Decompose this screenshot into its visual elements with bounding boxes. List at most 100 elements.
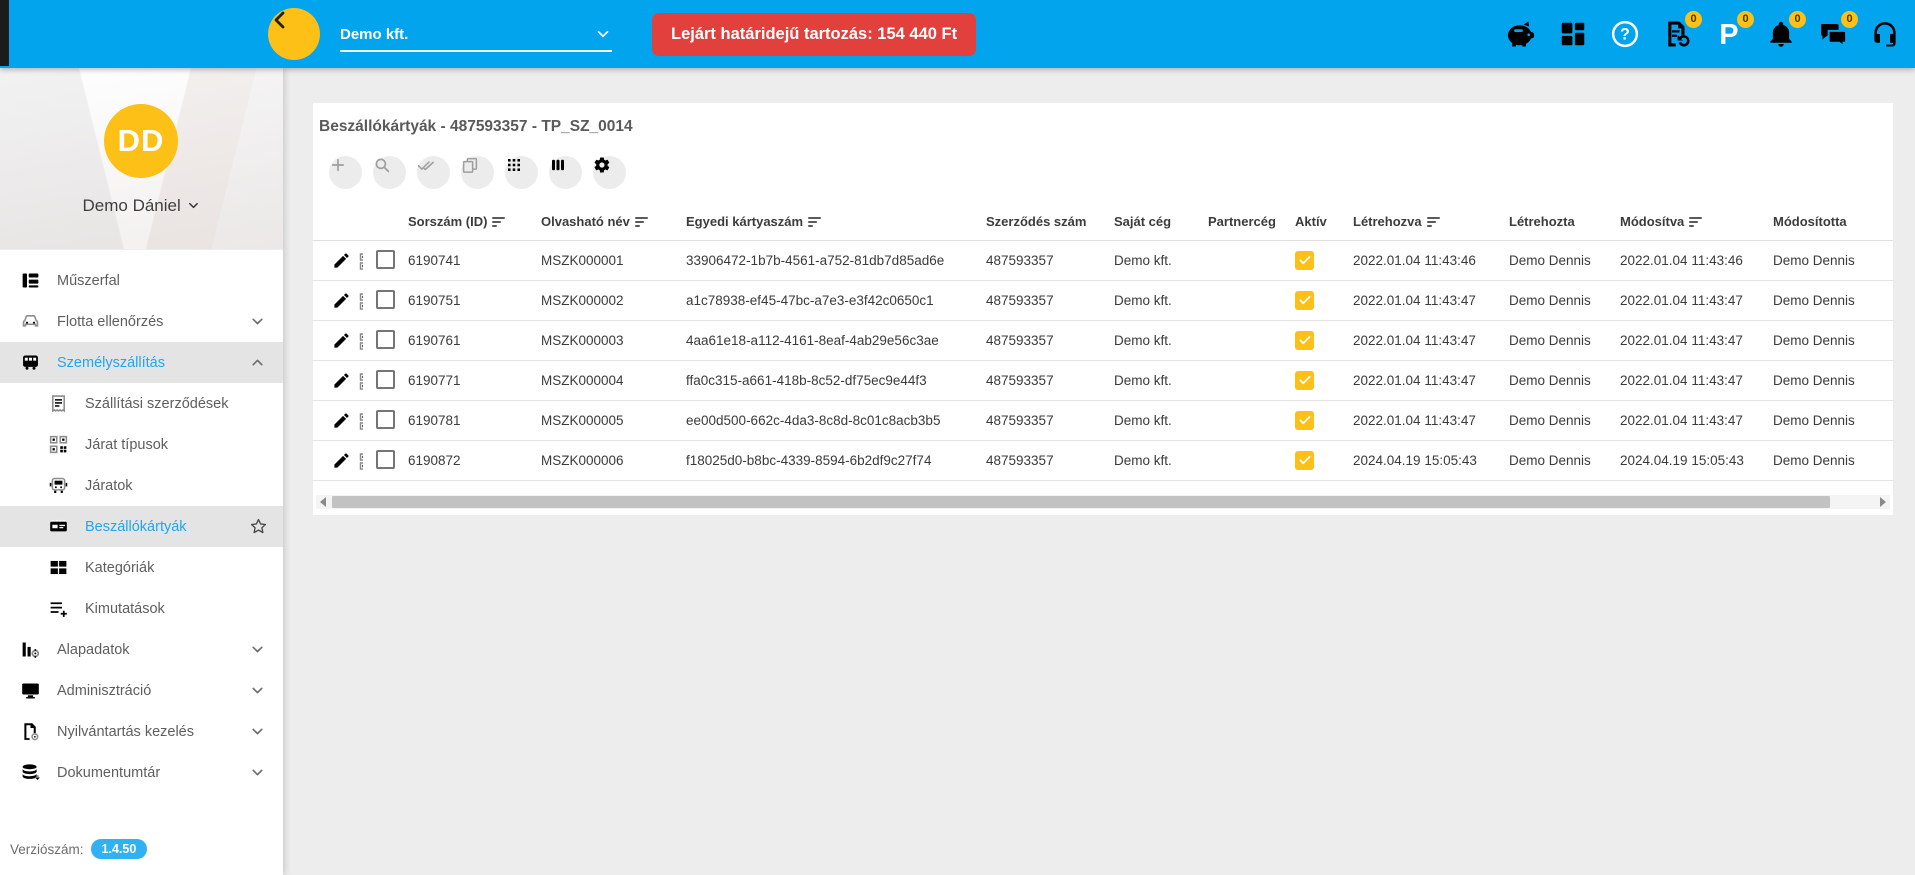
edit-row-button[interactable] — [332, 291, 351, 310]
grid-icon — [505, 156, 538, 189]
row-checkbox[interactable] — [376, 370, 395, 389]
chevron-down-icon — [249, 641, 266, 658]
grid-button[interactable] — [505, 156, 538, 189]
copy-icon — [461, 156, 494, 189]
sidebar-item-8[interactable]: Kimutatások — [0, 588, 283, 629]
select-all-button[interactable] — [417, 156, 450, 189]
edit-row-button[interactable] — [332, 451, 351, 470]
cell-contract_number: 487593357 — [986, 293, 1114, 308]
profile-section: DD Demo Dániel — [0, 68, 283, 250]
scroll-left-arrow[interactable] — [316, 495, 330, 509]
help-button[interactable]: ? — [1610, 19, 1641, 50]
overdue-debt-alert[interactable]: Lejárt határidejű tartozás: 154 440 Ft — [652, 13, 976, 56]
columns-button[interactable] — [549, 156, 582, 189]
active-checkbox[interactable] — [1295, 331, 1314, 350]
cell-contract_number: 487593357 — [986, 373, 1114, 388]
active-checkbox[interactable] — [1295, 371, 1314, 390]
sidebar-item-5[interactable]: Járatok — [0, 465, 283, 506]
sidebar-item-6[interactable]: Beszállókártyák — [0, 506, 283, 547]
edit-row-button[interactable] — [332, 371, 351, 390]
copy-button[interactable] — [461, 156, 494, 189]
row-checkbox[interactable] — [376, 450, 395, 469]
messages-button[interactable]: 0 — [1818, 19, 1849, 50]
scrollbar-thumb[interactable] — [332, 496, 1830, 508]
cell-modified_by: Demo Dennis — [1773, 333, 1893, 348]
cell-modified_by: Demo Dennis — [1773, 253, 1893, 268]
cell-created_by: Demo Dennis — [1509, 373, 1620, 388]
filter-icon[interactable] — [1689, 216, 1702, 227]
edit-row-button[interactable] — [332, 251, 351, 270]
notifications-button[interactable]: 0 — [1766, 19, 1797, 50]
cell-created: 2022.01.04 11:43:46 — [1353, 253, 1509, 268]
cell-own_company: Demo kft. — [1114, 413, 1208, 428]
collapsed-drawer-edge — [0, 0, 9, 66]
piggy-bank-button[interactable] — [1506, 19, 1537, 50]
sidebar-item-3[interactable]: Szállítási szerződések — [0, 383, 283, 424]
version-label: Verziószám: — [10, 842, 84, 857]
sidebar-item-10[interactable]: Adminisztráció — [0, 670, 283, 711]
horizontal-scrollbar[interactable] — [316, 495, 1890, 509]
sidebar-item-12[interactable]: Dokumentumtár — [0, 752, 283, 793]
row-checkbox[interactable] — [376, 250, 395, 269]
edit-row-button[interactable] — [332, 411, 351, 430]
scroll-right-arrow[interactable] — [1876, 495, 1890, 509]
search-button[interactable] — [373, 156, 406, 189]
row-checkbox[interactable] — [376, 290, 395, 309]
filter-icon[interactable] — [635, 216, 648, 227]
column-header[interactable]: Sorszám (ID) — [408, 214, 541, 229]
document-sync-button[interactable]: 0 — [1662, 19, 1693, 50]
sidebar-item-4[interactable]: Járat típusok — [0, 424, 283, 465]
table-header-row: Sorszám (ID)Olvasható névEgyedi kártyasz… — [313, 203, 1893, 241]
edit-row-button[interactable] — [332, 331, 351, 350]
column-header[interactable]: Olvasható név — [541, 214, 686, 229]
sidebar-item-0[interactable]: Műszerfal — [0, 260, 283, 301]
active-checkbox[interactable] — [1295, 291, 1314, 310]
company-select[interactable]: Demo kft. — [340, 18, 612, 52]
row-checkbox[interactable] — [376, 330, 395, 349]
help-icon: ? — [1610, 19, 1641, 50]
support-headset-button[interactable] — [1870, 19, 1901, 50]
apps-grid-button[interactable] — [1558, 19, 1589, 50]
column-header[interactable]: Saját cég — [1114, 214, 1208, 229]
table-row[interactable]: 6190741MSZK00000133906472-1b7b-4561-a752… — [313, 241, 1893, 281]
sidebar-collapse-button[interactable] — [268, 8, 320, 60]
column-header[interactable]: Egyedi kártyaszám — [686, 214, 986, 229]
sidebar-item-11[interactable]: Nyilvántartás kezelés — [0, 711, 283, 752]
table-row[interactable]: 6190872MSZK000006f18025d0-b8bc-4339-8594… — [313, 441, 1893, 481]
column-header[interactable]: Létrehozta — [1509, 214, 1620, 229]
column-header[interactable]: Módosítva — [1620, 214, 1773, 229]
administration-icon — [20, 680, 41, 701]
column-header[interactable]: Partnercég — [1208, 214, 1295, 229]
filter-icon[interactable] — [808, 216, 821, 227]
user-menu[interactable]: Demo Dániel — [0, 196, 283, 216]
chevron-down-icon — [594, 25, 612, 43]
column-header[interactable]: Aktív — [1295, 214, 1353, 229]
column-header[interactable]: Létrehozva — [1353, 214, 1509, 229]
sidebar-item-7[interactable]: Kategóriák — [0, 547, 283, 588]
active-checkbox[interactable] — [1295, 411, 1314, 430]
apps-grid-icon — [1558, 19, 1589, 50]
categories-icon — [48, 557, 69, 578]
active-checkbox[interactable] — [1295, 451, 1314, 470]
column-header[interactable]: Szerződés szám — [986, 214, 1114, 229]
column-header[interactable]: Módosította — [1773, 214, 1893, 229]
filter-icon[interactable] — [1427, 216, 1440, 227]
cell-card_number: 33906472-1b7b-4561-a752-81db7d85ad6e — [686, 253, 986, 268]
avatar[interactable]: DD — [104, 104, 178, 178]
sidebar-item-2[interactable]: Személyszállítás — [0, 342, 283, 383]
content-card: Beszállókártyák - 487593357 - TP_SZ_0014… — [313, 103, 1893, 515]
table-row[interactable]: 6190781MSZK000005ee00d500-662c-4da3-8c8d… — [313, 401, 1893, 441]
sidebar-item-1[interactable]: Flotta ellenőrzés — [0, 301, 283, 342]
table-row[interactable]: 6190751MSZK000002a1c78938-ef45-47bc-a7e3… — [313, 281, 1893, 321]
add-button[interactable] — [329, 156, 362, 189]
cell-own_company: Demo kft. — [1114, 453, 1208, 468]
sidebar-item-9[interactable]: Alapadatok — [0, 629, 283, 670]
filter-icon[interactable] — [492, 216, 505, 227]
favorite-star-icon[interactable] — [249, 517, 268, 536]
table-row[interactable]: 6190771MSZK000004ffa0c315-a661-418b-8c52… — [313, 361, 1893, 401]
active-checkbox[interactable] — [1295, 251, 1314, 270]
settings-button[interactable] — [593, 156, 626, 189]
row-checkbox[interactable] — [376, 410, 395, 429]
parking-button[interactable]: P0 — [1714, 19, 1745, 50]
table-row[interactable]: 6190761MSZK0000034aa61e18-a112-4161-8eaf… — [313, 321, 1893, 361]
